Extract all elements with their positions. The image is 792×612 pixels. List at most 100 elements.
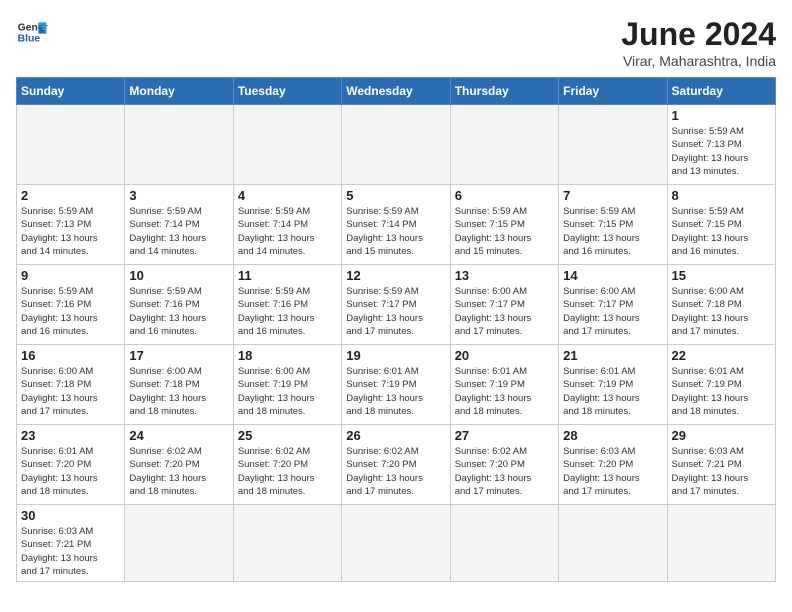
day-info: Sunrise: 6:02 AM Sunset: 7:20 PM Dayligh…	[346, 445, 445, 498]
calendar-cell	[667, 505, 775, 582]
header-row: SundayMondayTuesdayWednesdayThursdayFrid…	[17, 78, 776, 105]
day-number: 21	[563, 348, 662, 363]
day-info: Sunrise: 6:01 AM Sunset: 7:19 PM Dayligh…	[346, 365, 445, 418]
day-number: 16	[21, 348, 120, 363]
calendar-cell: 6Sunrise: 5:59 AM Sunset: 7:15 PM Daylig…	[450, 185, 558, 265]
header-tuesday: Tuesday	[233, 78, 341, 105]
day-number: 9	[21, 268, 120, 283]
day-info: Sunrise: 6:00 AM Sunset: 7:18 PM Dayligh…	[129, 365, 228, 418]
calendar-cell: 25Sunrise: 6:02 AM Sunset: 7:20 PM Dayli…	[233, 425, 341, 505]
calendar-cell: 27 Sunrise: 6:02 AM Sunset: 7:20 PM Dayli…	[450, 425, 558, 505]
calendar-cell	[559, 105, 667, 185]
day-info: Sunrise: 6:00 AM Sunset: 7:19 PM Dayligh…	[238, 365, 337, 418]
day-info: Sunrise: 6:02 AM Sunset: 7:20 PM Dayligh…	[455, 445, 554, 498]
day-info: Sunrise: 6:03 AM Sunset: 7:21 PM Dayligh…	[21, 525, 120, 578]
day-info: Sunrise: 6:00 AM Sunset: 7:17 PM Dayligh…	[563, 285, 662, 338]
logo-icon: General Blue	[16, 16, 48, 48]
week-row-5: 30 Sunrise: 6:03 AM Sunset: 7:21 PM Dayli…	[17, 505, 776, 582]
calendar-title: June 2024	[621, 16, 776, 53]
day-info: Sunrise: 5:59 AM Sunset: 7:14 PM Dayligh…	[238, 205, 337, 258]
week-row-2: 9 Sunrise: 5:59 AM Sunset: 7:16 PM Daylig…	[17, 265, 776, 345]
day-info: Sunrise: 5:59 AM Sunset: 7:13 PM Dayligh…	[21, 205, 120, 258]
calendar-cell: 8Sunrise: 5:59 AM Sunset: 7:15 PM Daylig…	[667, 185, 775, 265]
calendar-cell	[559, 505, 667, 582]
calendar-cell: 26Sunrise: 6:02 AM Sunset: 7:20 PM Dayli…	[342, 425, 450, 505]
calendar-cell	[17, 105, 125, 185]
day-info: Sunrise: 5:59 AM Sunset: 7:15 PM Dayligh…	[563, 205, 662, 258]
day-number: 30	[21, 508, 120, 523]
calendar-cell: 14 Sunrise: 6:00 AM Sunset: 7:17 PM Dayli…	[559, 265, 667, 345]
day-info: Sunrise: 6:00 AM Sunset: 7:17 PM Dayligh…	[455, 285, 554, 338]
day-info: Sunrise: 6:01 AM Sunset: 7:20 PM Dayligh…	[21, 445, 120, 498]
calendar-cell: 30 Sunrise: 6:03 AM Sunset: 7:21 PM Dayli…	[17, 505, 125, 582]
header-monday: Monday	[125, 78, 233, 105]
calendar-cell: 17 Sunrise: 6:00 AM Sunset: 7:18 PM Dayli…	[125, 345, 233, 425]
day-info: Sunrise: 5:59 AM Sunset: 7:16 PM Dayligh…	[238, 285, 337, 338]
calendar-cell: 7 Sunrise: 5:59 AM Sunset: 7:15 PM Daylig…	[559, 185, 667, 265]
header-saturday: Saturday	[667, 78, 775, 105]
day-number: 23	[21, 428, 120, 443]
calendar-cell: 16 Sunrise: 6:00 AM Sunset: 7:18 PM Dayli…	[17, 345, 125, 425]
day-number: 24	[129, 428, 228, 443]
calendar-cell	[233, 505, 341, 582]
calendar-cell: 21 Sunrise: 6:01 AM Sunset: 7:19 PM Dayli…	[559, 345, 667, 425]
calendar-cell: 3 Sunrise: 5:59 AM Sunset: 7:14 PM Daylig…	[125, 185, 233, 265]
day-info: Sunrise: 6:01 AM Sunset: 7:19 PM Dayligh…	[672, 365, 771, 418]
day-number: 15	[672, 268, 771, 283]
day-number: 8	[672, 188, 771, 203]
calendar-cell: 15 Sunrise: 6:00 AM Sunset: 7:18 PM Dayli…	[667, 265, 775, 345]
header-thursday: Thursday	[450, 78, 558, 105]
calendar-cell	[233, 105, 341, 185]
header-friday: Friday	[559, 78, 667, 105]
day-info: Sunrise: 5:59 AM Sunset: 7:16 PM Dayligh…	[21, 285, 120, 338]
day-number: 5	[346, 188, 445, 203]
day-info: Sunrise: 5:59 AM Sunset: 7:14 PM Dayligh…	[129, 205, 228, 258]
calendar-cell	[450, 105, 558, 185]
calendar-cell: 19Sunrise: 6:01 AM Sunset: 7:19 PM Dayli…	[342, 345, 450, 425]
day-number: 3	[129, 188, 228, 203]
day-info: Sunrise: 6:01 AM Sunset: 7:19 PM Dayligh…	[563, 365, 662, 418]
day-number: 20	[455, 348, 554, 363]
day-info: Sunrise: 5:59 AM Sunset: 7:14 PM Dayligh…	[346, 205, 445, 258]
day-number: 14	[563, 268, 662, 283]
calendar-cell: 13Sunrise: 6:00 AM Sunset: 7:17 PM Dayli…	[450, 265, 558, 345]
day-number: 29	[672, 428, 771, 443]
day-number: 22	[672, 348, 771, 363]
week-row-4: 23 Sunrise: 6:01 AM Sunset: 7:20 PM Dayli…	[17, 425, 776, 505]
calendar-cell	[125, 505, 233, 582]
day-info: Sunrise: 6:01 AM Sunset: 7:19 PM Dayligh…	[455, 365, 554, 418]
logo: General Blue	[16, 16, 48, 48]
day-number: 28	[563, 428, 662, 443]
day-number: 10	[129, 268, 228, 283]
calendar-cell: 24 Sunrise: 6:02 AM Sunset: 7:20 PM Dayli…	[125, 425, 233, 505]
day-number: 6	[455, 188, 554, 203]
week-row-0: 1Sunrise: 5:59 AM Sunset: 7:13 PM Daylig…	[17, 105, 776, 185]
day-info: Sunrise: 6:00 AM Sunset: 7:18 PM Dayligh…	[21, 365, 120, 418]
header-sunday: Sunday	[17, 78, 125, 105]
calendar-cell: 12Sunrise: 5:59 AM Sunset: 7:17 PM Dayli…	[342, 265, 450, 345]
calendar-cell: 10 Sunrise: 5:59 AM Sunset: 7:16 PM Dayli…	[125, 265, 233, 345]
calendar-cell	[342, 105, 450, 185]
day-info: Sunrise: 5:59 AM Sunset: 7:16 PM Dayligh…	[129, 285, 228, 338]
day-number: 7	[563, 188, 662, 203]
calendar-cell	[342, 505, 450, 582]
calendar-cell	[450, 505, 558, 582]
day-number: 17	[129, 348, 228, 363]
day-info: Sunrise: 6:03 AM Sunset: 7:20 PM Dayligh…	[563, 445, 662, 498]
day-number: 11	[238, 268, 337, 283]
day-number: 27	[455, 428, 554, 443]
calendar-cell	[125, 105, 233, 185]
day-info: Sunrise: 6:00 AM Sunset: 7:18 PM Dayligh…	[672, 285, 771, 338]
svg-text:Blue: Blue	[18, 34, 41, 45]
calendar-cell: 1Sunrise: 5:59 AM Sunset: 7:13 PM Daylig…	[667, 105, 775, 185]
day-info: Sunrise: 6:02 AM Sunset: 7:20 PM Dayligh…	[238, 445, 337, 498]
day-info: Sunrise: 6:02 AM Sunset: 7:20 PM Dayligh…	[129, 445, 228, 498]
week-row-1: 2Sunrise: 5:59 AM Sunset: 7:13 PM Daylig…	[17, 185, 776, 265]
day-number: 12	[346, 268, 445, 283]
calendar-subtitle: Virar, Maharashtra, India	[621, 53, 776, 69]
header-wednesday: Wednesday	[342, 78, 450, 105]
calendar-cell: 18Sunrise: 6:00 AM Sunset: 7:19 PM Dayli…	[233, 345, 341, 425]
title-area: June 2024 Virar, Maharashtra, India	[621, 16, 776, 69]
calendar-cell: 20 Sunrise: 6:01 AM Sunset: 7:19 PM Dayli…	[450, 345, 558, 425]
calendar-cell: 22 Sunrise: 6:01 AM Sunset: 7:19 PM Dayli…	[667, 345, 775, 425]
